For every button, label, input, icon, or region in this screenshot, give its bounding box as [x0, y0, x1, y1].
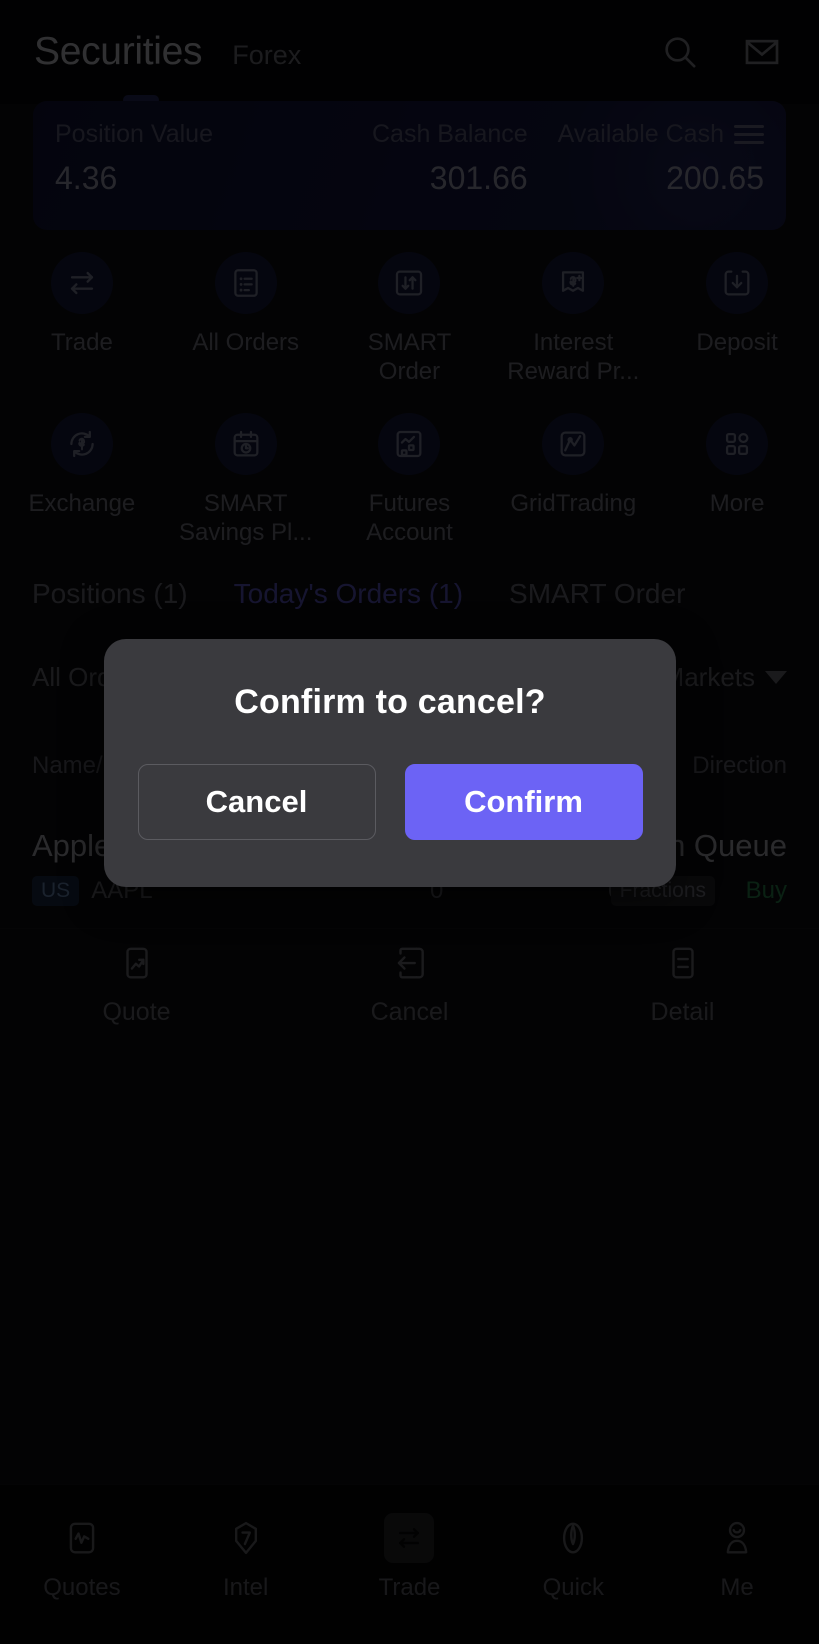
dialog-title: Confirm to cancel?: [234, 683, 546, 721]
app-root: Securities Forex P: [0, 0, 819, 1644]
confirm-cancel-dialog: Confirm to cancel? Cancel Confirm: [104, 639, 676, 887]
cancel-button[interactable]: Cancel: [137, 764, 376, 840]
dialog-button-row: Cancel Confirm: [137, 764, 643, 840]
confirm-button[interactable]: Confirm: [404, 764, 643, 840]
